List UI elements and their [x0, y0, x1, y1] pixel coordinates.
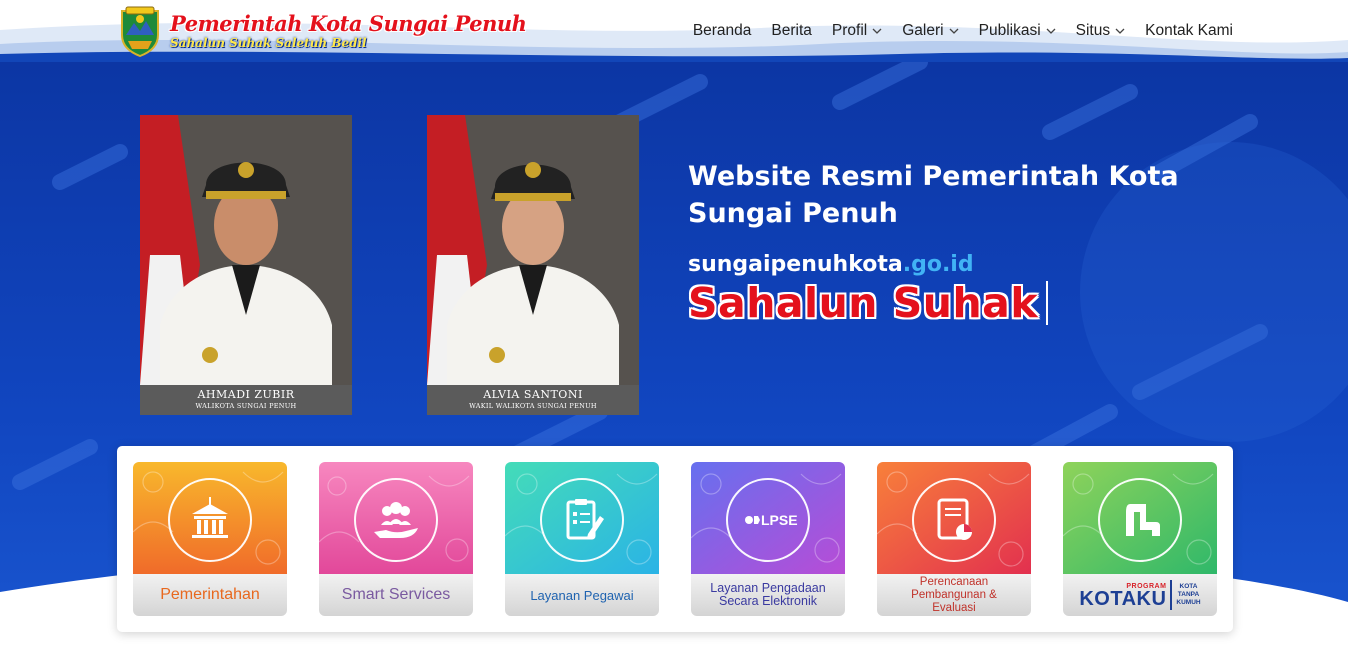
official-name: ALVIA SANTONI — [483, 388, 583, 401]
official-role: WAKIL WALIKOTA SUNGAI PENUH — [469, 402, 597, 410]
service-label: Perencanaan Pembangunan & Evaluasi — [877, 574, 1031, 616]
domain-tld: .go.id — [902, 252, 974, 277]
nav-item-profil[interactable]: Profil — [832, 22, 882, 40]
city-crest-icon — [121, 6, 159, 57]
chevron-down-icon — [872, 28, 882, 34]
lpse-logo-text: LPSE — [761, 512, 798, 528]
service-card-pemerintahan[interactable]: Pemerintahan — [133, 462, 287, 616]
service-label: Smart Services — [319, 574, 473, 616]
kotaku-logo-icon — [1126, 504, 1160, 536]
government-building-icon — [192, 497, 228, 538]
nav-label: Beranda — [692, 22, 752, 39]
service-label: PROGRAM KOTAKU KOTA TANPA KUMUH — [1063, 574, 1217, 616]
kotaku-separator — [1170, 580, 1173, 610]
nav-item-beranda[interactable]: Beranda — [693, 22, 752, 40]
service-label-text: KOTAKU — [1079, 587, 1167, 610]
portrait-walikota: AHMADI ZUBIR WALIKOTA SUNGAI PENUH — [140, 115, 352, 415]
nav-label: Profil — [831, 22, 868, 39]
lpse-icon: LPSE — [745, 512, 798, 528]
service-card-smart-services[interactable]: Smart Services — [319, 462, 473, 616]
icon-circle — [912, 478, 996, 562]
kotaku-sub-line: KOTA — [1179, 583, 1198, 590]
people-hand-icon — [374, 502, 418, 538]
services-panel: Pemerintahan Smart Services Layanan Pega… — [117, 446, 1233, 632]
nav-item-situs[interactable]: Situs — [1076, 22, 1125, 40]
kotaku-sub-line: KUMUH — [1176, 599, 1201, 606]
nav-item-berita[interactable]: Berita — [771, 22, 812, 40]
service-card-kotaku[interactable]: PROGRAM KOTAKU KOTA TANPA KUMUH — [1063, 462, 1217, 616]
kotaku-logo: PROGRAM KOTAKU KOTA TANPA KUMUH — [1079, 580, 1201, 610]
site-header: Pemerintah Kota Sungai Penuh Sahalun Suh… — [0, 0, 1348, 62]
chevron-down-icon — [1115, 28, 1125, 34]
nav-label: Kontak Kami — [1145, 22, 1233, 39]
icon-circle — [1098, 478, 1182, 562]
clipboard-edit-icon — [566, 499, 604, 540]
nav-item-publikasi[interactable]: Publikasi — [979, 22, 1056, 40]
nav-item-kontak-kami[interactable]: Kontak Kami — [1145, 22, 1233, 40]
service-card-perencanaan[interactable]: Perencanaan Pembangunan & Evaluasi — [877, 462, 1031, 616]
hero-text-block: Website Resmi Pemerintah Kota Sungai Pen… — [688, 158, 1248, 327]
typed-slogan-text: Sahalun Suhak — [688, 279, 1039, 327]
chevron-down-icon — [949, 28, 959, 34]
main-navigation: Beranda Berita Profil Galeri Publikasi S… — [673, 0, 1233, 62]
nav-label: Publikasi — [978, 22, 1041, 39]
nav-label: Galeri — [902, 22, 944, 39]
hero-title: Website Resmi Pemerintah Kota Sungai Pen… — [688, 161, 1179, 229]
service-label: Layanan Pegawai — [505, 574, 659, 616]
icon-circle: LPSE — [726, 478, 810, 562]
icon-circle — [540, 478, 624, 562]
service-label-text: Layanan Pegawai — [530, 587, 634, 603]
document-chart-icon — [937, 498, 972, 540]
official-name: AHMADI ZUBIR — [197, 388, 295, 401]
site-logo[interactable]: Pemerintah Kota Sungai Penuh Sahalun Suh… — [118, 5, 527, 57]
typed-slogan: Sahalun Suhak — [688, 279, 1248, 327]
nav-label: Berita — [771, 22, 812, 39]
service-card-lpse[interactable]: LPSE Layanan Pengadaan Secara Elektronik — [691, 462, 845, 616]
domain-name: sungaipenuhkota.go.id — [688, 252, 1248, 277]
brand-tagline: Sahalun Suhak Saletuh Bedil — [170, 36, 367, 50]
service-label: Pemerintahan — [133, 574, 287, 616]
icon-circle — [354, 478, 438, 562]
service-card-layanan-pegawai[interactable]: Layanan Pegawai — [505, 462, 659, 616]
icon-circle — [168, 478, 252, 562]
portrait-wakil-walikota: ALVIA SANTONI WAKIL WALIKOTA SUNGAI PENU… — [427, 115, 639, 415]
service-label-text: Smart Services — [341, 586, 451, 603]
typing-cursor — [1046, 281, 1049, 325]
official-photo — [140, 115, 352, 415]
portrait-caption: ALVIA SANTONI WAKIL WALIKOTA SUNGAI PENU… — [427, 385, 639, 415]
service-label: Layanan Pengadaan Secara Elektronik — [691, 574, 845, 616]
official-photo — [427, 115, 639, 415]
portrait-caption: AHMADI ZUBIR WALIKOTA SUNGAI PENUH — [140, 385, 352, 415]
service-label-text: Perencanaan Pembangunan & Evaluasi — [911, 575, 997, 614]
nav-item-galeri[interactable]: Galeri — [902, 22, 959, 40]
kotaku-sub-line: TANPA — [1177, 591, 1200, 598]
service-label-text: Layanan Pengadaan Secara Elektronik — [710, 581, 826, 608]
service-label-text: Pemerintahan — [160, 586, 260, 603]
domain-base: sungaipenuhkota — [688, 252, 903, 277]
official-role: WALIKOTA SUNGAI PENUH — [195, 402, 297, 410]
brand-title: Pemerintah Kota Sungai Penuh — [170, 11, 527, 36]
nav-label: Situs — [1075, 22, 1111, 39]
chevron-down-icon — [1046, 28, 1056, 34]
